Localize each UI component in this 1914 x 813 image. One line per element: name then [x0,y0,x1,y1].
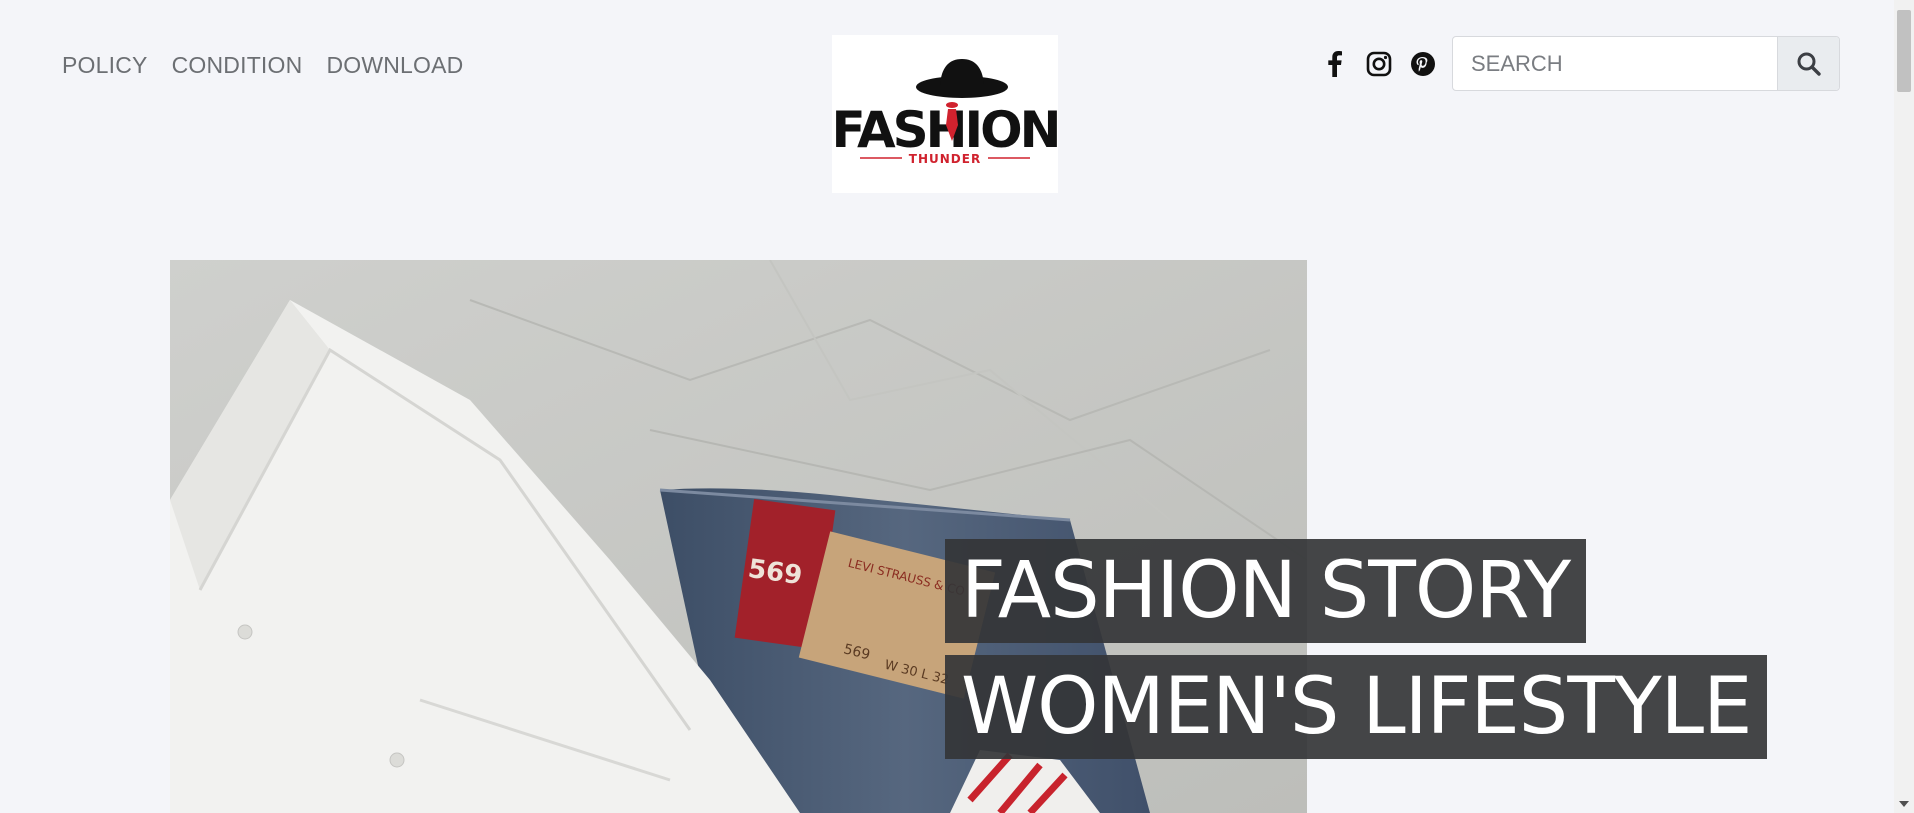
pinterest-icon[interactable] [1410,49,1436,79]
scrollbar-thumb[interactable] [1897,10,1911,92]
search-icon [1797,52,1821,76]
hero-caption: FASHION STORY WOMEN'S LIFESTYLE [945,539,1768,771]
hero-caption-line-1: FASHION STORY [945,539,1587,643]
top-nav: POLICY CONDITION DOWNLOAD [62,52,464,79]
hero-caption-line-2: WOMEN'S LIFESTYLE [945,655,1768,759]
social-links [1322,49,1436,79]
nav-link-condition[interactable]: CONDITION [172,52,303,79]
fashion-thunder-logo: FASHION THUNDER [832,59,1058,166]
search-input[interactable] [1453,37,1777,90]
page-scrollbar[interactable] [1894,0,1914,813]
instagram-icon[interactable] [1366,49,1392,79]
search-button[interactable] [1777,37,1839,90]
scroll-down-arrow-icon[interactable] [1899,801,1909,807]
nav-link-policy[interactable]: POLICY [62,52,148,79]
site-logo[interactable]: FASHION THUNDER [832,35,1058,193]
facebook-icon[interactable] [1322,49,1348,79]
nav-link-download[interactable]: DOWNLOAD [326,52,463,79]
logo-tagline-text: THUNDER [909,152,981,166]
search-box [1452,36,1840,91]
